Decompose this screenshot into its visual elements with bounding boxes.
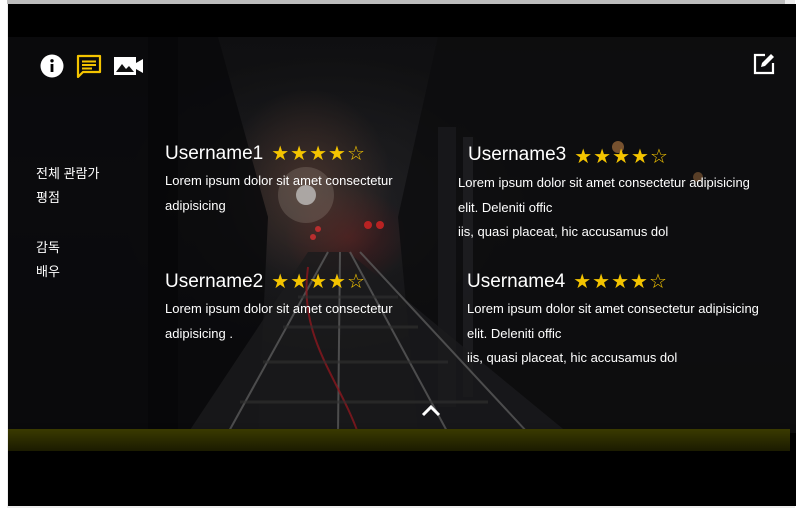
review-card: Username2 ★ ★ ★ ★ ☆ Lorem ipsum dolor sit am…: [165, 271, 393, 346]
info-icon[interactable]: [40, 54, 64, 78]
star-icon: ★: [271, 143, 290, 165]
star-icon: ★: [574, 146, 593, 168]
director-label: 감독: [36, 240, 60, 255]
review-line: iis, quasi placeat, hic accusamus dol: [467, 350, 678, 365]
star-rating: ★ ★ ★ ★ ☆: [271, 144, 365, 164]
review-line: Lorem ipsum dolor sit amet consectetur a…: [458, 175, 750, 190]
review-card: Username4 ★ ★ ★ ★ ☆ Lorem ipsum dolor sit am…: [467, 271, 759, 371]
review-line: elit. Deleniti offic: [458, 199, 553, 215]
review-text: Lorem ipsum dolor sit amet consectetur a…: [467, 297, 759, 371]
star-icon: ★: [271, 271, 290, 293]
review-username[interactable]: Username4: [467, 271, 565, 293]
review-username[interactable]: Username3: [468, 144, 566, 166]
star-icon: ★: [309, 271, 328, 293]
review-line: adipisicing: [165, 197, 226, 213]
movie-info-sidebar: 전체 관람가 평점 감독 배우: [36, 162, 99, 284]
star-outline-icon: ☆: [346, 271, 365, 293]
review-line: Lorem ipsum dolor sit amet consectetur: [165, 301, 393, 316]
chevron-up-icon[interactable]: [421, 404, 441, 418]
star-icon: ★: [573, 271, 592, 293]
review-card: Username1 ★ ★ ★ ★ ☆ Lorem ipsum dolor sit am…: [165, 143, 393, 218]
star-outline-icon: ☆: [648, 271, 667, 293]
movie-detail-panel: 전체 관람가 평점 감독 배우 Username1 ★ ★ ★ ★ ☆ Lorem ip…: [8, 4, 796, 506]
review-text: Lorem ipsum dolor sit amet consectetur a…: [458, 171, 750, 245]
review-line: Lorem ipsum dolor sit amet consectetur a…: [467, 301, 759, 316]
hero-background: 전체 관람가 평점 감독 배우 Username1 ★ ★ ★ ★ ☆ Lorem ip…: [8, 37, 796, 433]
video-gallery-icon[interactable]: [114, 57, 144, 75]
rating-age-label: 전체 관람가: [36, 166, 100, 181]
review-text: Lorem ipsum dolor sit amet consectetur a…: [165, 297, 393, 346]
review-line: adipisicing .: [165, 325, 233, 341]
comment-icon[interactable]: [76, 54, 102, 78]
edit-icon[interactable]: [752, 52, 776, 76]
star-icon: ★: [631, 146, 649, 168]
star-outline-icon: ☆: [649, 146, 668, 168]
actor-label: 배우: [36, 264, 60, 279]
review-card: Username3 ★ ★ ★ ★ ☆ Lorem ipsum dolor sit am…: [458, 143, 750, 245]
review-text: Lorem ipsum dolor sit amet consectetur a…: [165, 169, 393, 218]
review-username[interactable]: Username2: [165, 271, 263, 293]
star-icon: ★: [328, 143, 346, 165]
review-line: Lorem ipsum dolor sit amet consectetur: [165, 173, 393, 188]
star-icon: ★: [290, 143, 309, 165]
review-line: iis, quasi placeat, hic accusamus dol: [458, 224, 669, 239]
highlight-bar: [8, 429, 790, 451]
star-icon: ★: [309, 143, 328, 165]
star-icon: ★: [290, 271, 309, 293]
star-icon: ★: [630, 271, 648, 293]
star-icon: ★: [593, 146, 612, 168]
star-rating: ★ ★ ★ ★ ☆: [574, 147, 668, 167]
star-rating: ★ ★ ★ ★ ☆: [573, 272, 667, 292]
star-outline-icon: ☆: [346, 143, 365, 165]
star-icon: ★: [611, 271, 630, 293]
review-username[interactable]: Username1: [165, 143, 263, 165]
review-line: elit. Deleniti offic: [467, 325, 562, 341]
score-label: 평점: [36, 190, 60, 205]
star-rating: ★ ★ ★ ★ ☆: [271, 272, 365, 292]
star-icon: ★: [592, 271, 611, 293]
star-icon: ★: [328, 271, 346, 293]
star-icon: ★: [612, 146, 631, 168]
